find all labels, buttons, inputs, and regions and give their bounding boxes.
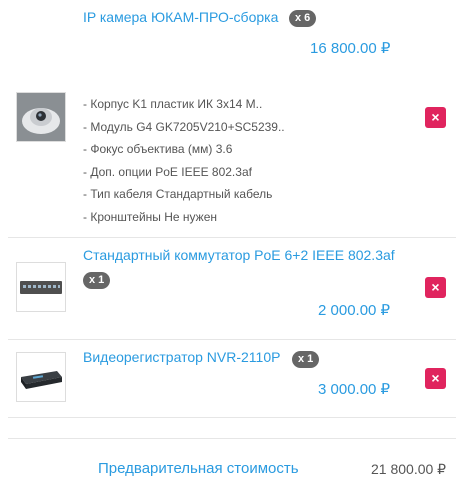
divider	[8, 438, 456, 439]
dome-camera-image	[17, 93, 65, 141]
item-option: - Тип кабеля Стандартный кабель	[83, 187, 273, 201]
item-option: - Кронштейны Не нужен	[83, 210, 218, 224]
item-price: 16 800.00 ₽	[310, 40, 391, 57]
item-thumbnail-switch[interactable]	[16, 262, 66, 312]
item-option: - Фокус объектива (мм) 3.6	[83, 142, 233, 156]
remove-item-button[interactable]: ×	[425, 368, 446, 389]
item-title-poe-switch[interactable]: Стандартный коммутатор PoE 6+2 IEEE 802.…	[83, 247, 395, 263]
item-thumbnail-camera[interactable]	[16, 92, 66, 142]
quantity-badge: x 1	[83, 272, 111, 289]
item-thumbnail-nvr[interactable]	[16, 352, 66, 402]
divider	[8, 237, 456, 238]
remove-item-button[interactable]: ×	[425, 277, 446, 298]
close-icon: ×	[431, 279, 440, 295]
close-icon: ×	[431, 370, 440, 386]
item-price: 3 000.00 ₽	[318, 381, 391, 398]
item-option: - Доп. опции PoE IEEE 802.3af	[83, 165, 252, 179]
item-title-ip-camera[interactable]: IP камера ЮКАМ-ПРО-сборка	[83, 9, 278, 25]
remove-item-button[interactable]: ×	[425, 107, 446, 128]
quantity-badge: x 6	[289, 10, 317, 27]
summary-label: Предварительная стоимость	[98, 460, 299, 477]
item-option: - Модуль G4 GK7205V210+SC5239..	[83, 120, 285, 134]
network-switch-image	[17, 263, 65, 311]
quantity-badge: x 1	[292, 351, 320, 368]
divider	[8, 417, 456, 418]
item-title-nvr[interactable]: Видеорегистратор NVR-2110P	[83, 349, 280, 365]
divider	[8, 339, 456, 340]
summary-total: 21 800.00 ₽	[371, 461, 447, 477]
item-option: - Корпус K1 пластик ИК 3x14 М..	[83, 97, 263, 111]
close-icon: ×	[431, 109, 440, 125]
item-price: 2 000.00 ₽	[318, 302, 391, 319]
nvr-recorder-image	[17, 353, 65, 401]
